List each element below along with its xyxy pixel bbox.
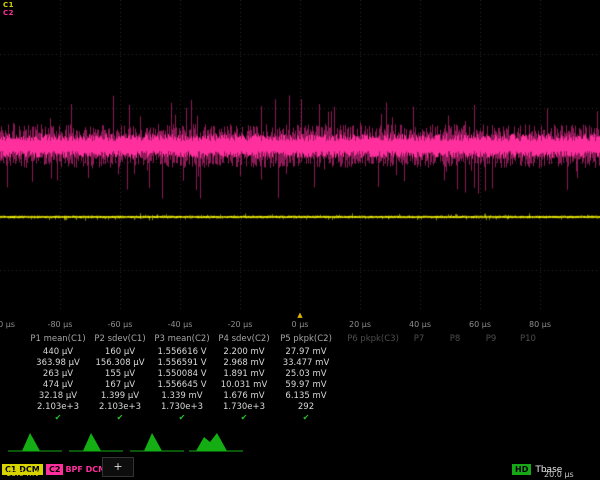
histicon-peak (83, 433, 101, 451)
timebase-descriptor[interactable]: HDTbase 20.0 µs (512, 457, 600, 476)
measurement-value: 1.556591 V (152, 358, 212, 368)
measurement-status-check: ✔ (152, 413, 212, 422)
measurement-value: 1.730e+3 (152, 402, 212, 412)
oscilloscope-screen: C1 C2 ▲ -100 µs -80 µs -60 µs -40 µs -20 µs 0… (0, 0, 600, 480)
trace-label-c2[interactable]: C2 (3, 9, 14, 17)
measurement-value: 1.730e+3 (214, 402, 274, 412)
time-axis-label: 40 µs (409, 320, 431, 329)
time-axis-label: 60 µs (469, 320, 491, 329)
measurement-value: 2.103e+3 (90, 402, 150, 412)
measurement-header[interactable]: P3 mean(C2) (152, 334, 212, 344)
measurement-value: 160 µV (90, 347, 150, 357)
measurement-value: 474 µV (28, 380, 88, 390)
time-axis-label: 20 µs (349, 320, 371, 329)
measurement-header[interactable]: P6 pkpk(C3) (336, 334, 410, 344)
measurement-header[interactable]: P7 (402, 334, 436, 344)
hd-badge: HD (512, 464, 531, 475)
measurement-value: 292 (276, 402, 336, 412)
c1-vertical-scale: 10.0 mV (6, 469, 40, 478)
measurement-value: 1.676 mV (214, 391, 274, 401)
measurement-value: 1.550084 V (152, 369, 212, 379)
histicon-peak (144, 433, 162, 451)
time-axis: ▲ -100 µs-80 µs-60 µs-40 µs-20 µs0 µs20 … (0, 316, 600, 330)
time-axis-label: 80 µs (529, 320, 551, 329)
measurement-value: 25.03 mV (276, 369, 336, 379)
histicon-peak (22, 433, 40, 451)
time-axis-label: -60 µs (108, 320, 133, 329)
time-axis-label: -100 µs (0, 320, 15, 329)
measurement-header[interactable]: P2 sdev(C1) (90, 334, 150, 344)
histicon-peak (196, 433, 227, 451)
measurement-status-check: ✔ (90, 413, 150, 422)
measurement-value: 155 µV (90, 369, 150, 379)
measurement-status-check: ✔ (214, 413, 274, 422)
measurement-value: 2.103e+3 (28, 402, 88, 412)
measurement-value: 59.97 mV (276, 380, 336, 390)
time-axis-label: -80 µs (48, 320, 73, 329)
measurement-header[interactable]: P9 (474, 334, 508, 344)
measurement-value: 440 µV (28, 347, 88, 357)
measurement-header[interactable]: P1 mean(C1) (28, 334, 88, 344)
measurement-value: 33.477 mV (276, 358, 336, 368)
measurement-value: 1.399 µV (90, 391, 150, 401)
c2-coupling: BPF DCM (65, 465, 106, 474)
measurement-header[interactable]: P5 pkpk(C2) (276, 334, 336, 344)
timebase-value: 20.0 µs (544, 470, 574, 479)
measurement-value: 6.135 mV (276, 391, 336, 401)
c2-badge[interactable]: C2 (46, 464, 63, 475)
measurement-value: 363.98 µV (28, 358, 88, 368)
time-axis-label: -40 µs (168, 320, 193, 329)
measurement-value: 32.18 µV (28, 391, 88, 401)
trigger-time-marker[interactable]: ▲ (297, 311, 302, 319)
measurement-value: 167 µV (90, 380, 150, 390)
histicons (0, 428, 600, 454)
measurement-value: 27.97 mV (276, 347, 336, 357)
measurement-value: 2.968 mV (214, 358, 274, 368)
measurement-value: 1.891 mV (214, 369, 274, 379)
measurement-value: 1.339 mV (152, 391, 212, 401)
add-trace-button[interactable]: + (102, 457, 134, 477)
time-axis-label: 0 µs (292, 320, 309, 329)
measurement-value: 1.556645 V (152, 380, 212, 390)
channel2-descriptor[interactable]: C2BPF DCM (46, 457, 106, 476)
measurement-value: 156.308 µV (90, 358, 150, 368)
waveform-display[interactable] (0, 0, 600, 332)
time-axis-label: -20 µs (228, 320, 253, 329)
measurement-header[interactable]: P8 (438, 334, 472, 344)
measurement-value: 263 µV (28, 369, 88, 379)
measurement-header[interactable]: P4 sdev(C2) (214, 334, 274, 344)
measurement-header[interactable]: P10 (508, 334, 548, 344)
measurement-value: 10.031 mV (214, 380, 274, 390)
footer: C1 DCM 10.0 mV C2BPF DCM + HDTbase 20.0 … (0, 456, 600, 480)
measurement-status-check: ✔ (276, 413, 336, 422)
trace-label-c1[interactable]: C1 (3, 1, 14, 9)
measurement-value: 1.556616 V (152, 347, 212, 357)
measurement-value: 2.200 mV (214, 347, 274, 357)
measurement-status-check: ✔ (28, 413, 88, 422)
measurement-table: P1 mean(C1)P2 sdev(C1)P3 mean(C2)P4 sdev… (0, 334, 600, 426)
